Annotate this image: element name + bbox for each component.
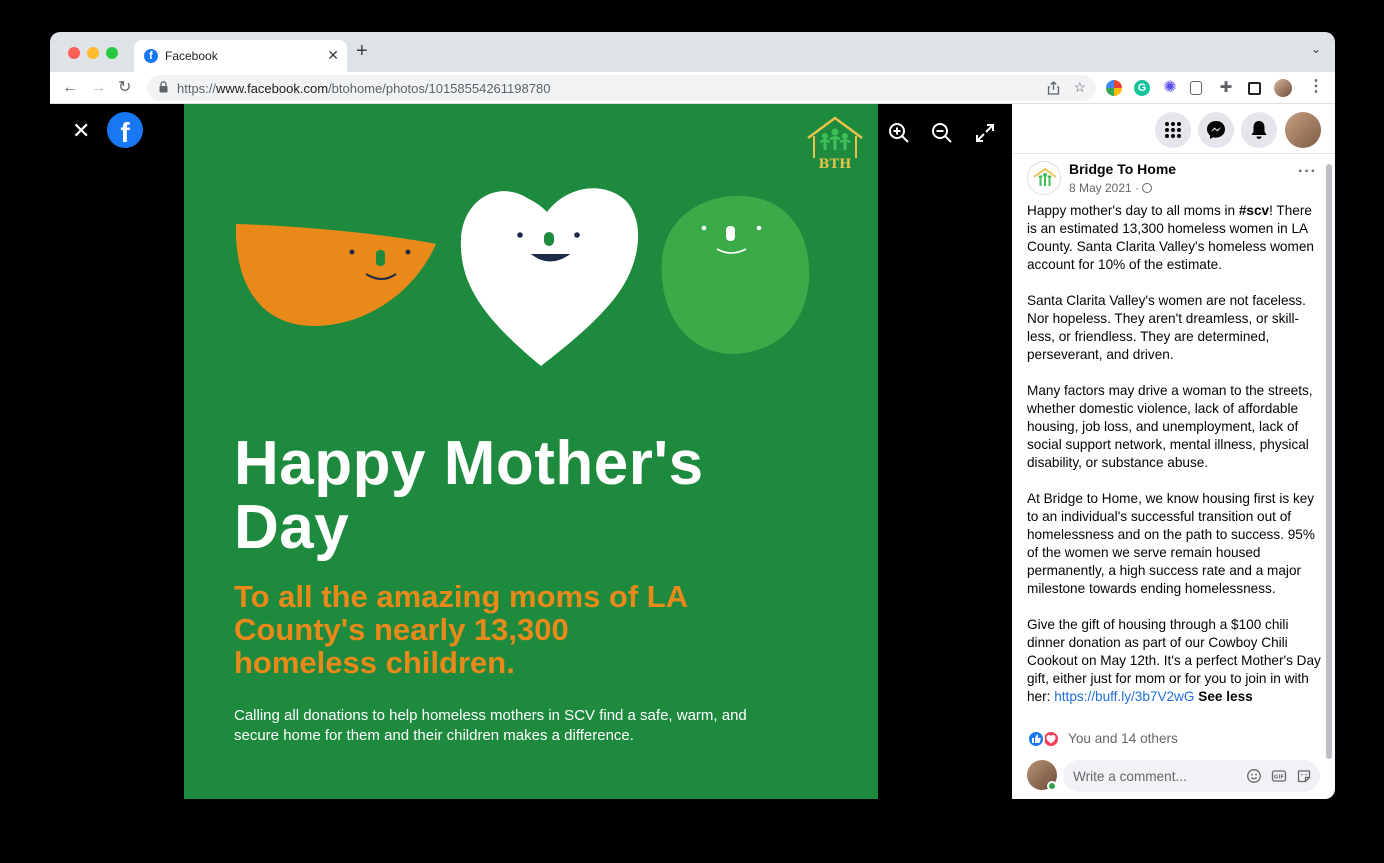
grammarly-icon[interactable]: G bbox=[1134, 80, 1150, 96]
back-button[interactable]: ← bbox=[62, 78, 78, 98]
post-paragraph: At Bridge to Home, we know housing first… bbox=[1027, 491, 1315, 596]
profile-avatar[interactable] bbox=[1274, 79, 1292, 97]
see-less-button[interactable]: See less bbox=[1198, 689, 1252, 704]
minimize-window-button[interactable] bbox=[87, 47, 99, 59]
panel-scrollbar[interactable] bbox=[1326, 164, 1332, 759]
comment-composer: Write a comment... GIF bbox=[1027, 760, 1320, 792]
svg-text:GIF: GIF bbox=[1274, 775, 1285, 781]
sticker-icon[interactable] bbox=[1296, 768, 1312, 784]
post-date[interactable]: 8 May 2021 · bbox=[1069, 181, 1153, 195]
more-options-icon[interactable]: ··· bbox=[1298, 163, 1317, 181]
maximize-window-button[interactable] bbox=[106, 47, 118, 59]
address-bar[interactable]: https://www.facebook.com/btohome/photos/… bbox=[147, 75, 1096, 101]
white-heart-character bbox=[460, 188, 639, 366]
orange-character bbox=[235, 224, 436, 326]
svg-text:BTH: BTH bbox=[819, 157, 852, 170]
photo-headline: Happy Mother's Day bbox=[234, 429, 704, 562]
tab-close-icon[interactable]: ✕ bbox=[327, 47, 339, 64]
tab-facebook[interactable]: f Facebook ✕ bbox=[134, 40, 347, 72]
page-name[interactable]: Bridge To Home bbox=[1069, 161, 1176, 177]
gif-icon[interactable]: GIF bbox=[1271, 768, 1287, 784]
account-avatar[interactable] bbox=[1285, 112, 1321, 148]
forward-button[interactable]: → bbox=[90, 78, 106, 98]
fullscreen-icon[interactable] bbox=[974, 122, 996, 144]
characters-illustration bbox=[235, 188, 810, 366]
emoji-icon[interactable] bbox=[1246, 768, 1262, 784]
new-tab-button[interactable]: + bbox=[356, 41, 368, 61]
photo-subheading: To all the amazing moms of LA County's n… bbox=[234, 579, 687, 680]
panel-top-bar bbox=[1012, 104, 1335, 154]
tab-bar: f Facebook ✕ + ⌄ bbox=[50, 32, 1335, 72]
facebook-favicon-icon: f bbox=[144, 49, 158, 63]
tab-search-chevron-icon[interactable]: ⌄ bbox=[1311, 42, 1321, 56]
messenger-icon bbox=[1207, 121, 1225, 139]
post-header: Bridge To Home 8 May 2021 · ··· bbox=[1027, 159, 1317, 197]
share-icon[interactable] bbox=[1047, 81, 1060, 95]
browser-menu-icon[interactable]: ⋮ bbox=[1308, 77, 1324, 97]
close-window-button[interactable] bbox=[68, 47, 80, 59]
green-blob-character bbox=[661, 195, 810, 354]
chrome-extension-icon[interactable] bbox=[1106, 80, 1122, 96]
menu-grid-button[interactable] bbox=[1155, 112, 1191, 148]
browser-window: f Facebook ✕ + ⌄ ← → ↻ https://www.faceb… bbox=[50, 32, 1335, 799]
extension-card-icon[interactable] bbox=[1190, 81, 1202, 95]
facebook-logo-icon[interactable]: f bbox=[107, 112, 143, 148]
url-text: https://www.facebook.com/btohome/photos/… bbox=[177, 81, 551, 96]
bell-icon bbox=[1251, 121, 1267, 139]
post-photo: BTH Happy Mother's Day To all the amazin… bbox=[184, 104, 878, 799]
reload-button[interactable]: ↻ bbox=[118, 78, 131, 98]
post-side-panel: Bridge To Home 8 May 2021 · ··· Happy mo… bbox=[1012, 104, 1335, 799]
zoom-in-icon[interactable] bbox=[888, 122, 910, 144]
close-viewer-icon[interactable]: ✕ bbox=[72, 118, 90, 144]
extension-sparkle-icon[interactable]: ✺ bbox=[1162, 80, 1178, 96]
bth-avatar-icon bbox=[1033, 167, 1057, 186]
donation-link[interactable]: https://buff.ly/3b7V2wG bbox=[1054, 689, 1194, 704]
photo-body-text: Calling all donations to help homeless m… bbox=[234, 707, 747, 744]
extensions-puzzle-icon[interactable]: ✚ bbox=[1218, 80, 1234, 96]
tab-title: Facebook bbox=[165, 49, 218, 63]
browser-toolbar: ← → ↻ https://www.facebook.com/btohome/p… bbox=[50, 72, 1335, 104]
bth-logo-icon: BTH bbox=[807, 116, 863, 170]
post-text: Happy mother's day to all moms in #scv! … bbox=[1027, 202, 1323, 724]
globe-icon bbox=[1142, 183, 1153, 193]
zoom-out-icon[interactable] bbox=[931, 122, 953, 144]
notifications-button[interactable] bbox=[1241, 112, 1277, 148]
post-paragraph: Give the gift of housing through a $100 … bbox=[1027, 617, 1321, 704]
lock-icon bbox=[159, 81, 168, 93]
bookmark-star-icon[interactable]: ☆ bbox=[1073, 79, 1086, 96]
comment-placeholder: Write a comment... bbox=[1073, 769, 1187, 784]
like-reaction-icon bbox=[1027, 730, 1045, 748]
post-paragraph: Many factors may drive a woman to the st… bbox=[1027, 383, 1313, 470]
messenger-button[interactable] bbox=[1198, 112, 1234, 148]
post-paragraph: Santa Clarita Valley's women are not fac… bbox=[1027, 293, 1306, 362]
post-paragraph: Happy mother's day to all moms in #scv! … bbox=[1027, 203, 1314, 272]
comment-input[interactable]: Write a comment... GIF bbox=[1063, 760, 1320, 792]
page-avatar[interactable] bbox=[1027, 161, 1061, 195]
online-status-dot bbox=[1047, 781, 1057, 791]
reactions-count: You and 14 others bbox=[1068, 731, 1178, 746]
hashtag-link[interactable]: #scv bbox=[1239, 203, 1269, 218]
grid-icon bbox=[1165, 122, 1181, 138]
side-panel-icon[interactable] bbox=[1248, 82, 1261, 95]
photo-viewer: ✕ f BTH Happy Mother's Day To all the am… bbox=[50, 104, 1012, 799]
